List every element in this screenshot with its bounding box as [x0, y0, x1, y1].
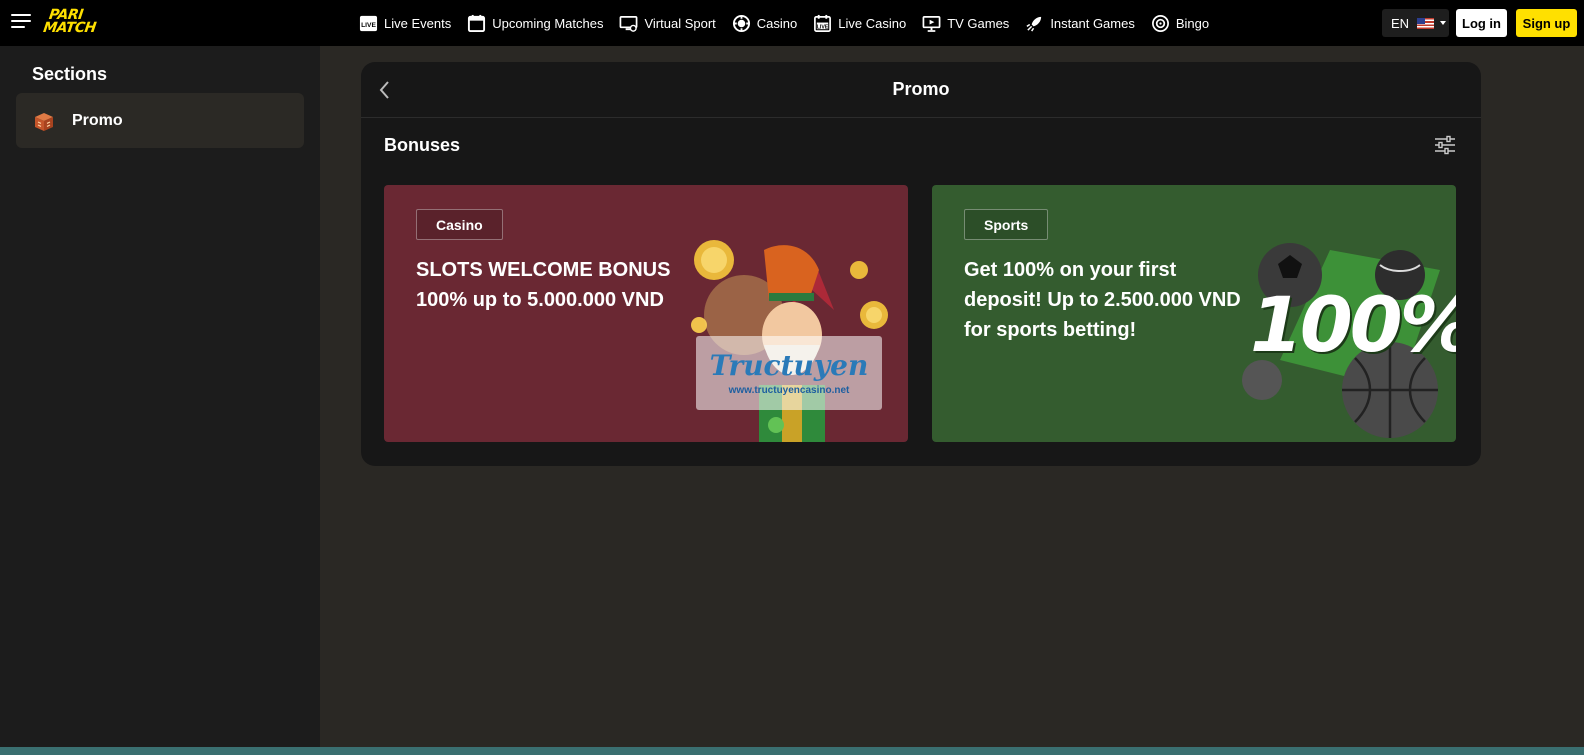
- rocket-icon: [1026, 16, 1042, 32]
- section-title: Bonuses: [384, 135, 461, 155]
- language-code: EN: [1391, 15, 1410, 31]
- sports-bonus-card[interactable]: Sports Get 100% on your first deposit! U…: [932, 185, 1456, 442]
- nav-label: Bingo: [1175, 15, 1210, 31]
- sidebar-item-promo[interactable]: Promo: [16, 93, 304, 148]
- nav-label: TV Games: [947, 15, 1010, 31]
- tv-icon: [922, 15, 941, 32]
- sidebar: Sections Promo: [0, 46, 320, 755]
- nav-label: Live Events: [384, 15, 452, 31]
- login-button[interactable]: Log in: [1456, 9, 1507, 37]
- nav-instant-games[interactable]: Instant Games: [1025, 14, 1135, 33]
- watermark-title: Tructuyen: [709, 348, 869, 382]
- hundred-percent-art: 100%: [1250, 280, 1456, 369]
- nav-tv-games[interactable]: TV Games: [922, 14, 1009, 33]
- chip-icon: [732, 14, 750, 32]
- top-bar: PARI MATCH LIVE Live Events Upcoming Mat…: [0, 0, 1584, 46]
- main-nav: LIVE Live Events Upcoming Matches Virtua…: [359, 0, 1225, 46]
- nav-virtual-sport[interactable]: Virtual Sport: [619, 14, 716, 33]
- chevron-down-icon: [1440, 21, 1447, 25]
- logo-line-2: MATCH: [42, 20, 97, 36]
- nav-label: Live Casino: [838, 15, 907, 31]
- panel-header: Promo: [361, 62, 1481, 118]
- bingo-icon: [1151, 14, 1169, 32]
- nav-label: Upcoming Matches: [492, 15, 604, 31]
- monitor-icon: [620, 15, 638, 32]
- parimatch-logo[interactable]: PARI MATCH: [42, 7, 126, 37]
- language-selector[interactable]: EN: [1382, 9, 1449, 37]
- page-title: Promo: [892, 79, 950, 99]
- watermark: Tructuyen www.tructuyencasino.net: [696, 336, 882, 410]
- nav-label: Casino: [756, 15, 798, 31]
- live-icon: LIVE: [359, 15, 378, 31]
- gift-box-icon: [35, 112, 53, 131]
- nav-upcoming-matches[interactable]: Upcoming Matches: [467, 14, 603, 33]
- promo-panel: Promo Bonuses Casino SLOTS WELCOME BONUS…: [361, 62, 1481, 466]
- watermark-url: www.tructuyencasino.net: [728, 384, 850, 396]
- nav-live-casino[interactable]: LIVE Live Casino: [813, 14, 906, 33]
- nav-live-events[interactable]: LIVE Live Events: [359, 14, 451, 33]
- nav-label: Instant Games: [1050, 15, 1135, 31]
- card-tag: Casino: [416, 209, 503, 240]
- sidebar-title: Sections: [32, 64, 108, 84]
- casino-bonus-card[interactable]: Casino SLOTS WELCOME BONUS 100% up to 5.…: [384, 185, 908, 442]
- filter-icon[interactable]: [1434, 135, 1456, 155]
- us-flag-icon: [1417, 17, 1435, 29]
- signup-button[interactable]: Sign up: [1516, 9, 1577, 37]
- card-headline: SLOTS WELCOME BONUS 100% up to 5.000.000…: [416, 259, 671, 311]
- sidebar-item-label: Promo: [72, 111, 123, 129]
- nav-casino[interactable]: Casino: [732, 14, 797, 33]
- svg-text:LIVE: LIVE: [361, 21, 376, 28]
- card-tag: Sports: [964, 209, 1049, 240]
- live-casino-icon: LIVE: [814, 14, 832, 32]
- bottom-strip: [0, 747, 1584, 755]
- svg-text:LIVE: LIVE: [817, 24, 829, 30]
- card-headline: Get 100% on your first deposit! Up to 2.…: [964, 259, 1241, 341]
- hamburger-menu-icon[interactable]: [11, 14, 31, 30]
- nav-bingo[interactable]: Bingo: [1151, 14, 1209, 33]
- nav-label: Virtual Sport: [644, 15, 716, 31]
- calendar-icon: [468, 14, 486, 32]
